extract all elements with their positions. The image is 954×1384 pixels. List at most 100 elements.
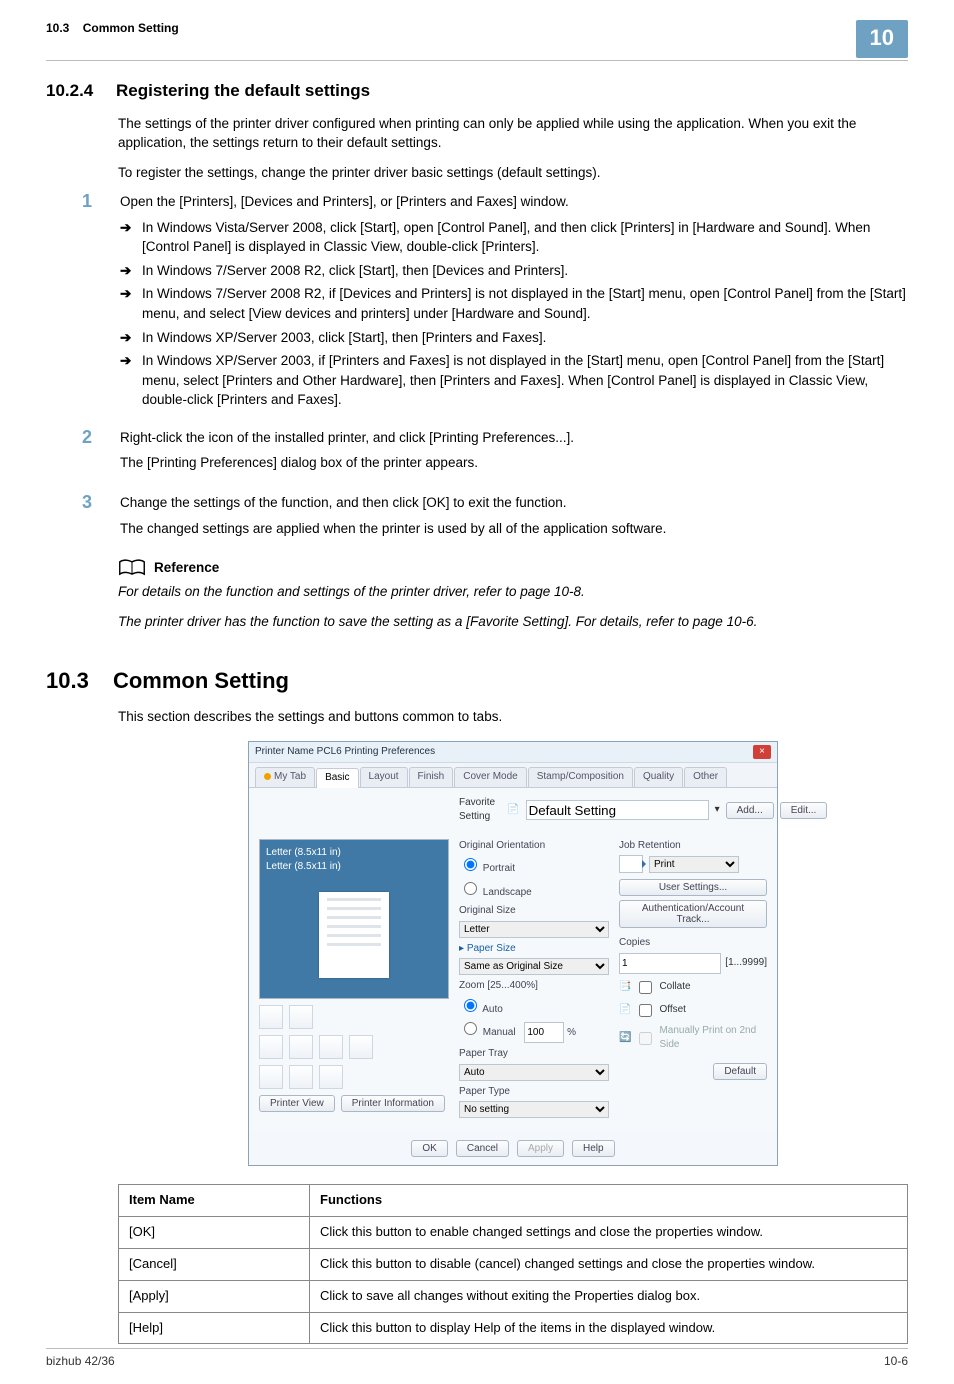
zoom-auto-radio[interactable]	[464, 999, 477, 1012]
copies-range: [1...9999]	[725, 956, 767, 971]
option-icon[interactable]	[259, 1065, 283, 1089]
section-title: Common Setting	[113, 668, 289, 693]
subsection-heading: 10.2.4 Registering the default settings	[46, 79, 908, 104]
tab-layout[interactable]: Layout	[360, 767, 408, 787]
tab-basic[interactable]: Basic	[316, 768, 358, 788]
printer-info-button[interactable]: Printer Information	[341, 1095, 445, 1112]
step-arrow: In Windows XP/Server 2003, click [Start]…	[142, 328, 908, 348]
portrait-radio[interactable]	[464, 858, 477, 871]
reference-line: The printer driver has the function to s…	[118, 612, 908, 632]
step-number: 2	[82, 428, 118, 479]
collate-checkbox[interactable]	[639, 981, 652, 994]
step-number: 3	[82, 493, 118, 544]
page-header: 10.3 Common Setting 10	[46, 20, 908, 61]
ok-button[interactable]: OK	[411, 1140, 447, 1157]
tab-covermode[interactable]: Cover Mode	[454, 767, 526, 787]
paper-size-select[interactable]: Same as Original Size	[459, 958, 609, 975]
steps-list: 1 Open the [Printers], [Devices and Prin…	[82, 192, 908, 544]
arrow-icon: ➔	[120, 284, 136, 323]
page-preview: Letter (8.5x11 in) Letter (8.5x11 in)	[259, 839, 449, 999]
option-icon[interactable]	[289, 1035, 313, 1059]
collate-icon: 📑	[619, 980, 631, 995]
add-button[interactable]: Add...	[726, 802, 774, 819]
paper-tray-label: Paper Tray	[459, 1047, 609, 1062]
zoom-label: Zoom [25...400%]	[459, 979, 609, 994]
table-head-item: Item Name	[119, 1185, 310, 1217]
printer-icon	[619, 855, 643, 873]
paper-size-label: ▸ Paper Size	[459, 942, 609, 957]
dialog-tabs: My Tab Basic Layout Finish Cover Mode St…	[249, 763, 777, 788]
landscape-radio[interactable]	[464, 882, 477, 895]
paper-icon[interactable]	[289, 1005, 313, 1029]
default-button[interactable]: Default	[713, 1063, 767, 1080]
table-head-func: Functions	[310, 1185, 908, 1217]
step-after: The changed settings are applied when th…	[120, 519, 908, 539]
step-arrow: In Windows 7/Server 2008 R2, click [Star…	[142, 261, 908, 281]
preview-caption: Letter (8.5x11 in)	[266, 860, 442, 875]
option-icon[interactable]	[319, 1035, 343, 1059]
option-icon[interactable]	[259, 1035, 283, 1059]
step-lead: Right-click the icon of the installed pr…	[120, 428, 908, 448]
intro-p2: To register the settings, change the pri…	[118, 163, 908, 183]
tab-other[interactable]: Other	[684, 767, 727, 787]
paper-type-label: Paper Type	[459, 1085, 609, 1100]
paper-tray-select[interactable]: Auto	[459, 1064, 609, 1081]
zoom-manual-radio[interactable]	[464, 1022, 477, 1035]
section-heading: 10.3 Common Setting	[46, 665, 908, 697]
cancel-button[interactable]: Cancel	[456, 1140, 509, 1157]
edit-button[interactable]: Edit...	[780, 802, 828, 819]
favorite-setting-label: Favorite Setting	[459, 796, 495, 825]
header-sec-no: 10.3	[46, 21, 69, 35]
reference-icon	[118, 558, 146, 578]
user-settings-button[interactable]: User Settings...	[619, 879, 767, 896]
zoom-value-input[interactable]	[524, 1022, 564, 1043]
original-size-label: Original Size	[459, 904, 609, 919]
page-footer: bizhub 42/36 10-6	[46, 1348, 908, 1370]
copies-label: Copies	[619, 936, 767, 951]
apply-button[interactable]: Apply	[517, 1140, 564, 1157]
step-after: The [Printing Preferences] dialog box of…	[120, 453, 908, 473]
arrow-icon: ➔	[120, 328, 136, 348]
job-retention-label: Job Retention	[619, 839, 767, 854]
intro-p1: The settings of the printer driver confi…	[118, 114, 908, 153]
preview-icons	[259, 999, 449, 1029]
printing-preferences-screenshot: Printer Name PCL6 Printing Preferences ×…	[248, 741, 778, 1167]
step-number: 1	[82, 192, 118, 414]
option-icon[interactable]	[349, 1035, 373, 1059]
option-icon[interactable]	[319, 1065, 343, 1089]
printer-icon[interactable]	[259, 1005, 283, 1029]
section-num: 10.3	[46, 668, 89, 693]
tab-stamp[interactable]: Stamp/Composition	[528, 767, 633, 787]
auth-track-button[interactable]: Authentication/Account Track...	[619, 900, 767, 928]
help-button[interactable]: Help	[572, 1140, 615, 1157]
printer-view-button[interactable]: Printer View	[259, 1095, 335, 1112]
chapter-badge: 10	[856, 20, 908, 58]
tab-quality[interactable]: Quality	[634, 767, 683, 787]
section-intro: This section describes the settings and …	[118, 707, 908, 727]
table-row: [Cancel]Click this button to disable (ca…	[119, 1248, 908, 1280]
tab-finish[interactable]: Finish	[409, 767, 454, 787]
step-lead: Open the [Printers], [Devices and Printe…	[120, 192, 908, 212]
step-arrow: In Windows 7/Server 2008 R2, if [Devices…	[142, 284, 908, 323]
close-icon[interactable]: ×	[753, 745, 771, 759]
functions-table: Item Name Functions [OK]Click this butto…	[118, 1184, 908, 1344]
original-size-select[interactable]: Letter	[459, 921, 609, 938]
favorite-setting-select[interactable]	[526, 800, 709, 820]
copies-input[interactable]	[619, 953, 721, 974]
arrow-icon: ➔	[120, 351, 136, 410]
subsection-title: Registering the default settings	[116, 81, 370, 100]
preview-caption: Letter (8.5x11 in)	[266, 846, 442, 861]
orientation-label: Original Orientation	[459, 839, 609, 854]
table-row: [Apply]Click to save all changes without…	[119, 1280, 908, 1312]
dialog-title: Printer Name PCL6 Printing Preferences	[255, 745, 435, 760]
paper-type-select[interactable]: No setting	[459, 1101, 609, 1118]
option-icon[interactable]	[289, 1065, 313, 1089]
header-sec-title: Common Setting	[83, 21, 179, 35]
reference-line: For details on the function and settings…	[118, 582, 908, 602]
job-retention-select[interactable]: Print	[649, 856, 739, 873]
table-row: [Help]Click this button to display Help …	[119, 1312, 908, 1344]
step-lead: Change the settings of the function, and…	[120, 493, 908, 513]
subsection-num: 10.2.4	[46, 81, 93, 100]
offset-checkbox[interactable]	[639, 1004, 652, 1017]
tab-mytab[interactable]: My Tab	[255, 767, 315, 787]
